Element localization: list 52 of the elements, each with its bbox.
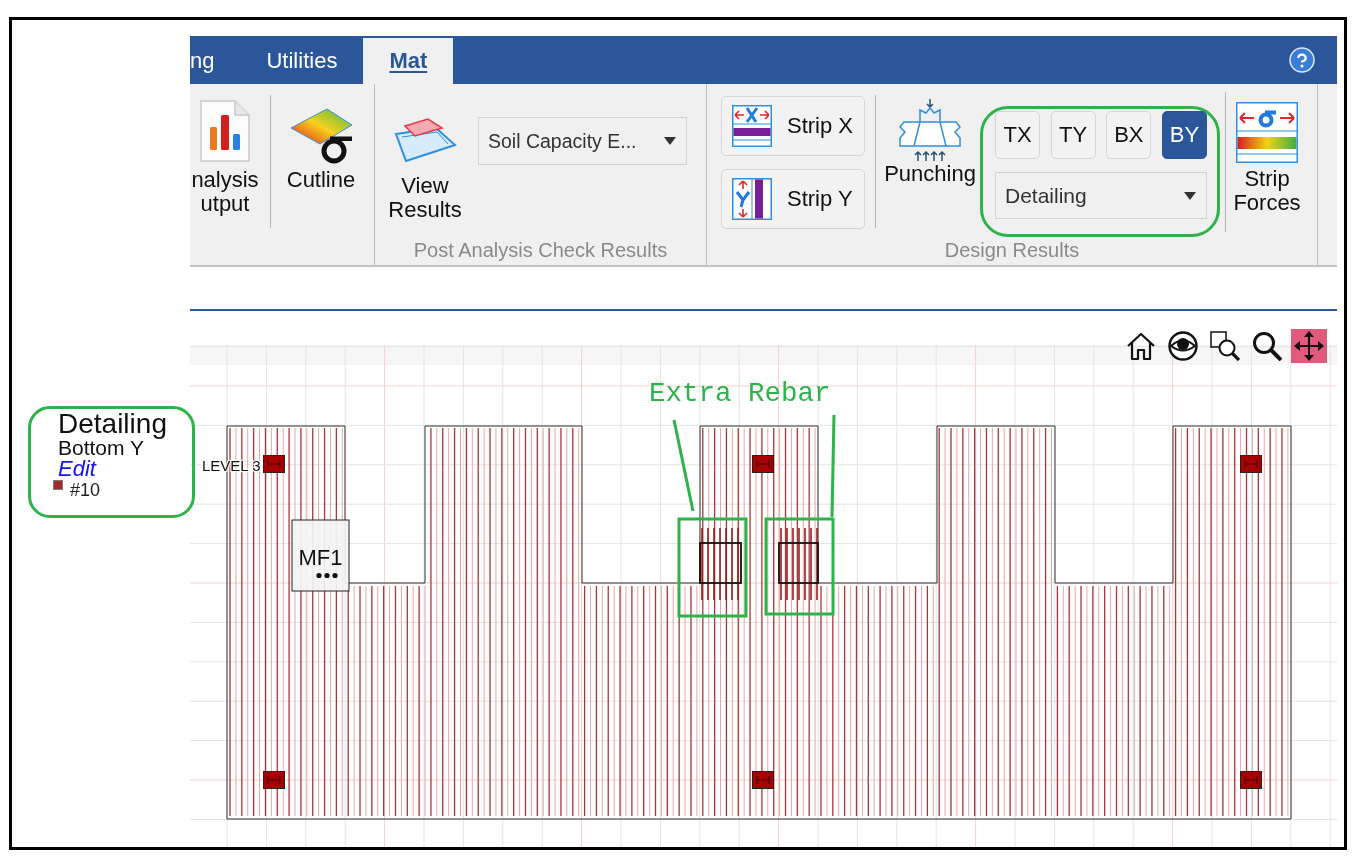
strip-x-icon <box>732 105 772 147</box>
legend-subtitle: Bottom Y <box>58 438 144 458</box>
ribbon-tab[interactable]: Utilities <box>240 38 364 84</box>
home-icon <box>1126 331 1156 361</box>
layer-toggle-button[interactable]: BX <box>1106 111 1152 159</box>
view-results-button[interactable]: View Results <box>388 118 462 222</box>
column-marker <box>752 455 774 473</box>
caret-icon <box>1184 191 1196 200</box>
punching-button[interactable]: Punching <box>883 98 977 186</box>
result-type-dropdown[interactable]: Soil Capacity E... <box>478 117 687 165</box>
edit-link[interactable]: Edit <box>58 458 96 480</box>
ribbon-tab[interactable]: Mat <box>363 38 454 84</box>
strip-button[interactable]: Strip Y <box>721 169 865 229</box>
punching-shear-icon <box>898 98 962 162</box>
layer-toggle-button[interactable]: BY <box>1161 111 1207 159</box>
strip-forces-button[interactable]: Strip Forces <box>1232 102 1302 215</box>
column-marker <box>263 455 285 473</box>
strip-button[interactable]: Strip X <box>721 96 865 156</box>
column-marker <box>263 771 285 789</box>
help-button[interactable] <box>1289 47 1315 73</box>
view-tool-button[interactable] <box>1207 329 1243 363</box>
eye-icon <box>1168 331 1198 361</box>
group-title: Post Analysis Check Results <box>412 238 669 263</box>
layered-planes-icon <box>393 118 457 163</box>
view-tool-button[interactable] <box>1165 329 1201 363</box>
layer-toggle-button[interactable]: TX <box>995 111 1040 159</box>
move-arrows-icon <box>1294 331 1324 361</box>
legend-title: Detailing <box>58 410 167 438</box>
legend-entry-label: #10 <box>70 481 101 499</box>
more-icon[interactable] <box>316 572 338 579</box>
group-title: Design Results <box>943 238 1081 263</box>
rebar-zone-outline <box>699 542 742 584</box>
zoom-window-icon <box>1210 331 1240 361</box>
mat-tag-label: MF1 <box>298 545 343 570</box>
search-icon <box>1252 331 1282 361</box>
report-chart-icon <box>200 100 250 162</box>
strip-y-icon <box>732 178 772 220</box>
column-marker <box>1240 771 1262 789</box>
stress-plate-icon <box>289 108 353 165</box>
column-marker <box>1240 455 1262 473</box>
strip-forces-icon <box>1236 102 1298 163</box>
layer-result-dropdown[interactable]: Detailing <box>995 172 1207 219</box>
ribbon-tab[interactable]: ng <box>190 38 241 84</box>
column-marker <box>752 771 774 789</box>
layer-toggle-button[interactable]: TY <box>1050 111 1096 159</box>
analysis-output-button[interactable]: nalysis utput <box>190 100 260 216</box>
cutline-button[interactable]: Cutline <box>280 108 362 192</box>
caret-icon <box>664 137 676 145</box>
rebar-zone-outline <box>778 542 819 584</box>
mat-tag[interactable] <box>291 519 350 592</box>
help-icon <box>1289 47 1315 73</box>
annotation-label: Extra Rebar <box>649 378 831 409</box>
